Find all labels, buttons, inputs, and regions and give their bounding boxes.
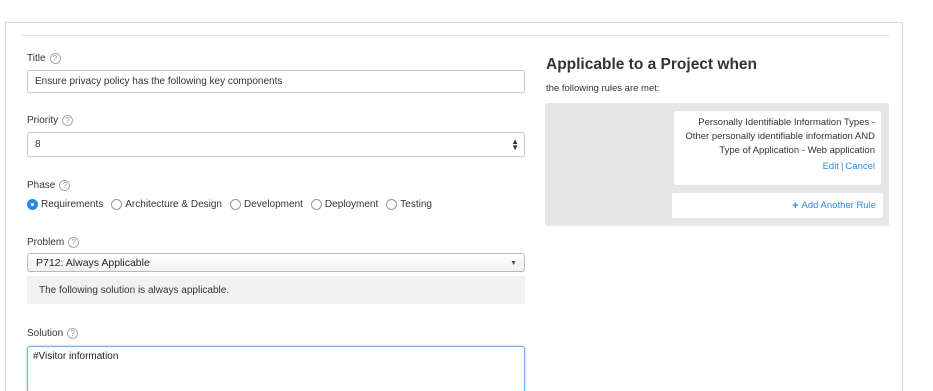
radio-label: Development: [243, 199, 303, 210]
title-label: Title ?: [27, 53, 61, 64]
rule-line: Other personally identifiable informatio…: [685, 131, 875, 142]
phase-label-text: Phase: [27, 180, 56, 191]
phase-radio-testing[interactable]: Testing: [386, 199, 432, 210]
priority-select-value: 8: [35, 139, 41, 150]
rule-actions: Edit | Cancel: [680, 160, 875, 174]
add-rule-button[interactable]: + Add Another Rule: [672, 193, 883, 218]
problem-description-text: The following solution is always applica…: [39, 284, 230, 296]
chevron-down-icon[interactable]: ▼: [510, 260, 517, 267]
applicability-subheading: the following rules are met:: [546, 83, 660, 94]
plus-icon: +: [792, 199, 799, 212]
phase-radio-development[interactable]: Development: [229, 199, 303, 210]
phase-label: Phase ?: [27, 180, 71, 191]
applicability-heading: Applicable to a Project when: [546, 56, 758, 73]
radio-checked-icon[interactable]: [27, 199, 38, 210]
problem-label-text: Problem: [27, 237, 65, 248]
rule-line: Type of Application - Web application: [719, 145, 875, 156]
title-input-value: Ensure privacy policy has the following …: [35, 76, 283, 87]
phase-radio-requirements[interactable]: Requirements: [27, 199, 103, 210]
rule-line: Personally Identifiable Information Type…: [698, 117, 875, 128]
problem-select-value: P712: Always Applicable: [36, 256, 150, 269]
radio-label: Deployment: [324, 199, 379, 210]
edit-rule-link[interactable]: Edit: [823, 161, 839, 172]
priority-label: Priority ?: [27, 115, 74, 126]
solution-label: Solution ?: [27, 328, 79, 339]
phase-radio-architecture-design[interactable]: Architecture & Design: [111, 199, 222, 210]
radio-label: Architecture & Design: [125, 199, 222, 210]
help-icon[interactable]: ?: [67, 328, 79, 339]
priority-select[interactable]: 8 ▲ ▼: [27, 132, 525, 157]
phase-radio-deployment[interactable]: Deployment: [310, 199, 379, 210]
add-rule-label: Add Another Rule: [801, 200, 876, 211]
problem-select[interactable]: P712: Always Applicable ▼: [27, 253, 525, 272]
help-icon[interactable]: ?: [68, 237, 80, 248]
problem-label: Problem ?: [27, 237, 80, 248]
radio-icon[interactable]: [310, 199, 322, 210]
solution-label-text: Solution: [27, 328, 64, 339]
top-divider: [21, 35, 889, 36]
phase-radio-group: Requirements Architecture & Design Devel…: [27, 199, 440, 210]
solution-text: #Visitor information: [33, 351, 119, 362]
title-label-text: Title: [27, 53, 46, 64]
help-icon[interactable]: ?: [59, 180, 71, 191]
title-input[interactable]: Ensure privacy policy has the following …: [27, 70, 525, 93]
rule-card: Personally Identifiable Information Type…: [674, 111, 881, 185]
radio-icon[interactable]: [229, 199, 241, 210]
select-arrows-icon: ▲ ▼: [511, 136, 519, 152]
problem-description: The following solution is always applica…: [27, 276, 525, 304]
radio-icon[interactable]: [386, 199, 398, 210]
help-icon[interactable]: ?: [62, 115, 74, 126]
radio-label: Requirements: [41, 199, 104, 210]
radio-icon[interactable]: [111, 199, 123, 210]
cancel-rule-link[interactable]: Cancel: [845, 161, 875, 172]
solution-textarea[interactable]: #Visitor information: [27, 346, 525, 391]
help-icon[interactable]: ?: [49, 53, 61, 64]
priority-label-text: Priority: [27, 115, 59, 126]
radio-label: Testing: [400, 199, 432, 210]
